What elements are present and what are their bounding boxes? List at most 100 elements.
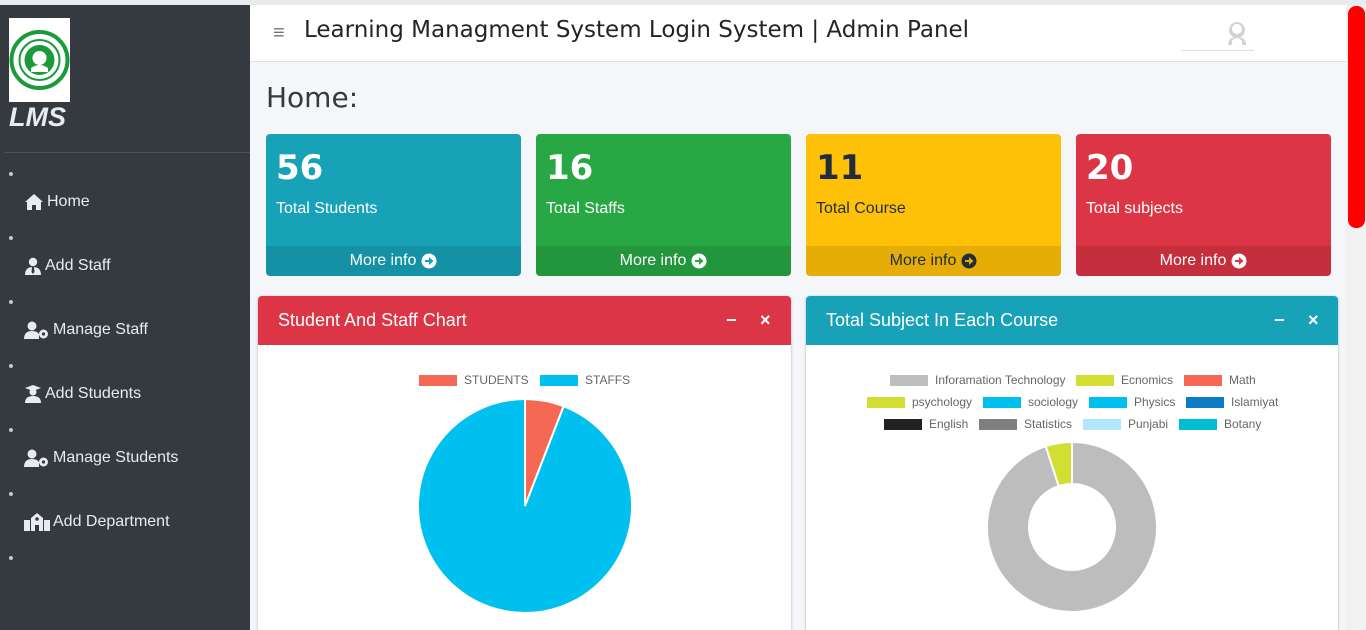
- legend-item[interactable]: Ecnomics: [1076, 373, 1173, 387]
- sidebar-item-manage-students[interactable]: Manage Students: [24, 449, 178, 467]
- users-cog-icon: [24, 449, 48, 467]
- user-avatar-icon: [1228, 22, 1246, 45]
- list-bullet: [9, 428, 13, 432]
- legend-item[interactable]: psychology: [867, 395, 972, 409]
- legend-item[interactable]: Math: [1184, 373, 1256, 387]
- card-staff-chart: Student And Staff Chart − × STUDENTS STA…: [258, 296, 791, 630]
- sidebar-item-label: Add Department: [53, 513, 170, 530]
- sidebar-item-add-students[interactable]: Add Students: [24, 385, 141, 403]
- user-tie-icon: [25, 257, 41, 275]
- legend-label: STUDENTS: [464, 373, 529, 387]
- list-bullet: [9, 492, 13, 496]
- sidebar-item-add-staff[interactable]: Add Staff: [24, 257, 111, 275]
- collapse-button[interactable]: −: [726, 311, 737, 329]
- legend-swatch: [1184, 374, 1222, 386]
- more-info-link[interactable]: More info: [536, 246, 791, 276]
- arrow-circle-right-icon: [961, 253, 977, 269]
- legend-swatch: [1186, 396, 1224, 408]
- legend-item[interactable]: Islamiyat: [1186, 395, 1278, 409]
- card-header: Student And Staff Chart − ×: [258, 296, 791, 345]
- legend-label: sociology: [1028, 395, 1079, 409]
- more-info-label: More info: [889, 252, 957, 269]
- stat-box-subjects: 20 Total subjects More info: [1076, 134, 1331, 276]
- legend-label: Physics: [1134, 395, 1176, 409]
- more-info-label: More info: [1159, 252, 1227, 269]
- sidebar-item-home[interactable]: Home: [24, 193, 90, 211]
- close-button[interactable]: ×: [1308, 311, 1319, 329]
- legend-swatch: [890, 374, 928, 386]
- list-bullet: [9, 236, 13, 240]
- card-title: Total Subject In Each Course: [826, 310, 1059, 330]
- users-cog-icon: [24, 321, 48, 339]
- hamburger-icon[interactable]: ≡: [273, 23, 285, 43]
- card-header: Total Subject In Each Course − ×: [806, 296, 1338, 345]
- sidebar-brand[interactable]: LMS: [9, 102, 66, 133]
- sidebar-item-label: Manage Students: [53, 449, 179, 466]
- stat-value: 56: [276, 148, 324, 188]
- top-navbar: ≡ Learning Managment System Login System…: [250, 5, 1346, 62]
- legend-label: Statistics: [1024, 417, 1073, 431]
- legend-item[interactable]: Inforamation Technology: [890, 373, 1066, 387]
- legend-swatch: [867, 396, 905, 408]
- legend-label: Islamiyat: [1231, 395, 1279, 409]
- page-header-title: Learning Managment System Login System |…: [304, 17, 970, 43]
- card-title: Student And Staff Chart: [278, 310, 467, 330]
- user-menu[interactable]: [1181, 15, 1254, 51]
- arrow-circle-right-icon: [1231, 253, 1247, 269]
- sidebar-item-add-department[interactable]: Add Department: [24, 513, 170, 531]
- legend-swatch: [1179, 418, 1217, 430]
- legend-label: English: [929, 417, 969, 431]
- stat-value: 20: [1086, 148, 1134, 188]
- legend-item[interactable]: English: [884, 417, 968, 431]
- sidebar-item-manage-staff[interactable]: Manage Staff: [24, 321, 148, 339]
- scrollbar-thumb[interactable]: [1348, 6, 1365, 228]
- arrow-circle-right-icon: [421, 253, 437, 269]
- legend-item[interactable]: Physics: [1089, 395, 1175, 409]
- list-bullet: [9, 556, 13, 560]
- user-graduate-icon: [25, 385, 41, 403]
- legend-label: STAFFS: [585, 373, 631, 387]
- slice-staffs[interactable]: [417, 398, 633, 614]
- legend-item[interactable]: Punjabi: [1083, 417, 1168, 431]
- more-info-label: More info: [619, 252, 687, 269]
- legend-label: Botany: [1224, 417, 1262, 431]
- sidebar: LMS Home Add Staff Manage Staff Add Stud…: [0, 5, 250, 630]
- more-info-link[interactable]: More info: [266, 246, 521, 276]
- legend-swatch: [983, 396, 1021, 408]
- more-info-label: More info: [349, 252, 417, 269]
- stat-label: Total subjects: [1086, 200, 1183, 217]
- sidebar-item-label: Add Staff: [45, 257, 111, 274]
- sidebar-item-label: Add Students: [45, 385, 142, 402]
- stat-label: Total Students: [276, 200, 378, 217]
- sidebar-divider: [4, 152, 250, 153]
- collapse-button[interactable]: −: [1274, 311, 1285, 329]
- stat-box-course: 11 Total Course More info: [806, 134, 1061, 276]
- legend-swatch: [979, 418, 1017, 430]
- close-button[interactable]: ×: [760, 311, 771, 329]
- legend-label: psychology: [912, 395, 973, 409]
- list-bullet: [9, 364, 13, 368]
- legend-item[interactable]: Botany: [1179, 417, 1261, 431]
- staff-student-pie-chart: [417, 398, 633, 614]
- legend-label: Punjabi: [1128, 417, 1169, 431]
- legend-swatch: [1083, 418, 1121, 430]
- legend-item[interactable]: sociology: [983, 395, 1078, 409]
- more-info-link[interactable]: More info: [1076, 246, 1331, 276]
- card-subject-chart: Total Subject In Each Course − × Inforam…: [806, 296, 1338, 630]
- stat-label: Total Course: [816, 200, 906, 217]
- list-bullet: [9, 300, 13, 304]
- arrow-circle-right-icon: [691, 253, 707, 269]
- page-title: Home:: [266, 81, 359, 114]
- legend-item[interactable]: Statistics: [979, 417, 1072, 431]
- legend-item[interactable]: STUDENTS: [419, 373, 529, 387]
- list-bullet: [9, 172, 13, 176]
- legend-item[interactable]: STAFFS: [540, 373, 630, 387]
- subject-doughnut-chart: [986, 441, 1158, 613]
- sidebar-item-label: Manage Staff: [53, 321, 148, 338]
- stat-box-staffs: 16 Total Staffs More info: [536, 134, 791, 276]
- college-logo[interactable]: [9, 18, 70, 102]
- legend-swatch: [1089, 396, 1127, 408]
- more-info-link[interactable]: More info: [806, 246, 1061, 276]
- stat-value: 16: [546, 148, 594, 188]
- stat-box-students: 56 Total Students More info: [266, 134, 521, 276]
